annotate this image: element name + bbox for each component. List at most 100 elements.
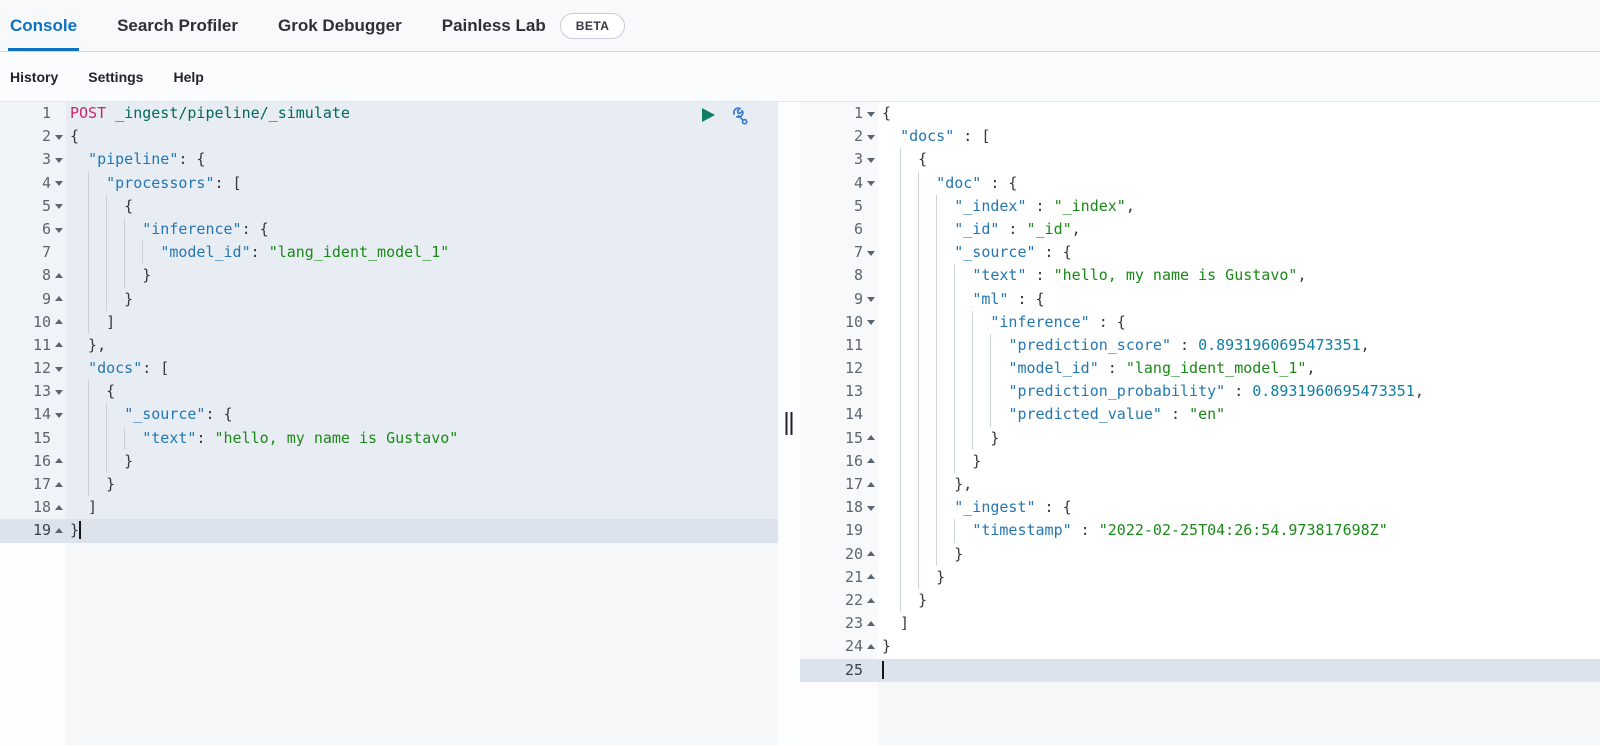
code-line[interactable]: 13 {: [0, 380, 778, 403]
code-content[interactable]: "ml" : {: [878, 288, 1600, 311]
code-line[interactable]: 12 "model_id" : "lang_ident_model_1",: [800, 357, 1600, 380]
code-content[interactable]: }: [878, 566, 1600, 589]
fold-toggle-icon[interactable]: [51, 218, 66, 241]
fold-toggle-icon[interactable]: [863, 172, 878, 195]
code-content[interactable]: "timestamp" : "2022-02-25T04:26:54.97381…: [878, 519, 1600, 542]
code-content[interactable]: "prediction_score" : 0.8931960695473351,: [878, 334, 1600, 357]
code-content[interactable]: ]: [66, 311, 778, 334]
code-content[interactable]: "_id" : "_id",: [878, 218, 1600, 241]
code-line[interactable]: 16 }: [0, 450, 778, 473]
code-content[interactable]: [878, 659, 1600, 682]
code-line[interactable]: 5 "_index" : "_index",: [800, 195, 1600, 218]
code-content[interactable]: {: [878, 148, 1600, 171]
fold-toggle-icon[interactable]: [863, 589, 878, 612]
code-line[interactable]: 6 "_id" : "_id",: [800, 218, 1600, 241]
fold-toggle-icon[interactable]: [863, 311, 878, 334]
code-line[interactable]: 3 {: [800, 148, 1600, 171]
fold-toggle-icon[interactable]: [51, 380, 66, 403]
code-content[interactable]: {: [66, 380, 778, 403]
code-line[interactable]: 10 "inference" : {: [800, 311, 1600, 334]
tab-console[interactable]: Console: [10, 0, 77, 51]
fold-toggle-icon[interactable]: [51, 195, 66, 218]
code-content[interactable]: "text" : "hello, my name is Gustavo",: [878, 264, 1600, 287]
code-line[interactable]: 22 }: [800, 589, 1600, 612]
code-line[interactable]: 11 "prediction_score" : 0.89319606954733…: [800, 334, 1600, 357]
code-content[interactable]: }: [66, 288, 778, 311]
code-content[interactable]: "_source": {: [66, 403, 778, 426]
code-line[interactable]: 9 "ml" : {: [800, 288, 1600, 311]
code-line[interactable]: 15 }: [800, 427, 1600, 450]
code-line[interactable]: 18 "_ingest" : {: [800, 496, 1600, 519]
code-line[interactable]: 20 }: [800, 543, 1600, 566]
fold-toggle-icon[interactable]: [863, 612, 878, 635]
code-line[interactable]: 7 "model_id": "lang_ident_model_1": [0, 241, 778, 264]
fold-toggle-icon[interactable]: [51, 496, 66, 519]
code-content[interactable]: "predicted_value" : "en": [878, 403, 1600, 426]
fold-toggle-icon[interactable]: [863, 566, 878, 589]
code-content[interactable]: "docs" : [: [878, 125, 1600, 148]
code-line[interactable]: 4 "processors": [: [0, 172, 778, 195]
code-line[interactable]: 8 "text" : "hello, my name is Gustavo",: [800, 264, 1600, 287]
fold-toggle-icon[interactable]: [863, 288, 878, 311]
code-line[interactable]: 8 }: [0, 264, 778, 287]
code-line[interactable]: 1POST _ingest/pipeline/_simulate: [0, 102, 778, 125]
code-line[interactable]: 12 "docs": [: [0, 357, 778, 380]
code-line[interactable]: 19 "timestamp" : "2022-02-25T04:26:54.97…: [800, 519, 1600, 542]
fold-toggle-icon[interactable]: [51, 288, 66, 311]
code-content[interactable]: "_ingest" : {: [878, 496, 1600, 519]
fold-toggle-icon[interactable]: [51, 148, 66, 171]
code-content[interactable]: }: [66, 450, 778, 473]
code-content[interactable]: "processors": [: [66, 172, 778, 195]
fold-toggle-icon[interactable]: [863, 635, 878, 658]
menu-item-history[interactable]: History: [10, 69, 58, 85]
code-content[interactable]: "_source" : {: [878, 241, 1600, 264]
code-line[interactable]: 4 "doc" : {: [800, 172, 1600, 195]
code-line[interactable]: 2{: [0, 125, 778, 148]
code-line[interactable]: 13 "prediction_probability" : 0.89319606…: [800, 380, 1600, 403]
code-content[interactable]: }: [66, 519, 778, 542]
code-content[interactable]: }: [878, 543, 1600, 566]
fold-toggle-icon[interactable]: [863, 125, 878, 148]
code-line[interactable]: 6 "inference": {: [0, 218, 778, 241]
code-line[interactable]: 24}: [800, 635, 1600, 658]
fold-toggle-icon[interactable]: [863, 241, 878, 264]
code-line[interactable]: 11 },: [0, 334, 778, 357]
fold-toggle-icon[interactable]: [51, 450, 66, 473]
code-content[interactable]: }: [878, 589, 1600, 612]
pane-resize-handle[interactable]: [786, 412, 793, 435]
code-content[interactable]: ]: [66, 496, 778, 519]
fold-toggle-icon[interactable]: [51, 403, 66, 426]
code-content[interactable]: "inference" : {: [878, 311, 1600, 334]
code-line[interactable]: 21 }: [800, 566, 1600, 589]
fold-toggle-icon[interactable]: [863, 450, 878, 473]
code-content[interactable]: "text": "hello, my name is Gustavo": [66, 427, 778, 450]
code-line[interactable]: 3 "pipeline": {: [0, 148, 778, 171]
code-content[interactable]: "prediction_probability" : 0.89319606954…: [878, 380, 1600, 403]
fold-toggle-icon[interactable]: [51, 519, 66, 542]
fold-toggle-icon[interactable]: [51, 311, 66, 334]
fold-toggle-icon[interactable]: [51, 334, 66, 357]
code-line[interactable]: 1{: [800, 102, 1600, 125]
code-content[interactable]: POST _ingest/pipeline/_simulate: [66, 102, 778, 125]
response-editor[interactable]: 1{2 "docs" : [3 {4 "doc" : {5 "_index" :…: [800, 102, 1600, 745]
menu-item-settings[interactable]: Settings: [88, 69, 143, 85]
send-request-button[interactable]: [698, 105, 718, 125]
code-line[interactable]: 15 "text": "hello, my name is Gustavo": [0, 427, 778, 450]
request-editor[interactable]: 1POST _ingest/pipeline/_simulate2{3 "pip…: [0, 102, 778, 745]
code-content[interactable]: "pipeline": {: [66, 148, 778, 171]
code-content[interactable]: },: [878, 473, 1600, 496]
code-content[interactable]: }: [878, 450, 1600, 473]
code-line[interactable]: 2 "docs" : [: [800, 125, 1600, 148]
code-content[interactable]: {: [66, 195, 778, 218]
menu-item-help[interactable]: Help: [173, 69, 203, 85]
code-content[interactable]: "docs": [: [66, 357, 778, 380]
code-line[interactable]: 14 "_source": {: [0, 403, 778, 426]
code-line[interactable]: 16 }: [800, 450, 1600, 473]
code-line[interactable]: 9 }: [0, 288, 778, 311]
code-line[interactable]: 17 }: [0, 473, 778, 496]
code-content[interactable]: "doc" : {: [878, 172, 1600, 195]
fold-toggle-icon[interactable]: [863, 543, 878, 566]
fold-toggle-icon[interactable]: [51, 473, 66, 496]
fold-toggle-icon[interactable]: [51, 172, 66, 195]
code-line[interactable]: 5 {: [0, 195, 778, 218]
